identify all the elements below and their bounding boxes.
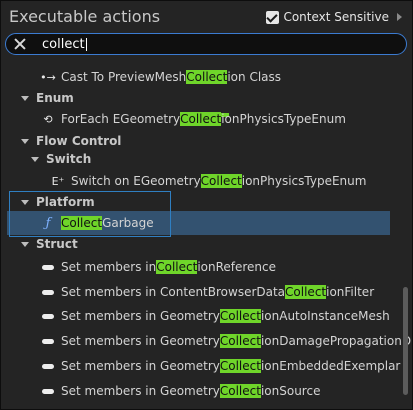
context-sensitive-toggle[interactable]: Context Sensitive [266, 10, 402, 24]
struct-pill-icon [41, 313, 55, 319]
list-item-set-members-6[interactable]: Set members in Geometry Collect ionSource [41, 379, 412, 403]
search-field[interactable]: collect [5, 33, 407, 55]
collapse-arrow-icon[interactable] [21, 95, 29, 101]
search-input[interactable]: collect [42, 37, 87, 52]
category-switch[interactable]: Switch [31, 147, 412, 171]
list-item-set-members-1[interactable]: Set members in Collect ionReference [41, 255, 412, 279]
collapse-arrow-icon[interactable] [21, 199, 29, 205]
struct-pill-icon [41, 289, 55, 295]
cast-arrow-icon: •→ [40, 70, 56, 84]
scrollbar-thumb[interactable] [403, 287, 408, 395]
list-item-set-members-5[interactable]: Set members in Geometry Collect ionEmbedde… [41, 354, 412, 378]
context-sensitive-checkbox[interactable] [266, 10, 280, 24]
struct-pill-icon [41, 388, 55, 394]
panel-title: Executable actions [9, 7, 161, 26]
struct-pill-icon [41, 264, 55, 270]
switch-icon: E⁺ [51, 174, 65, 188]
clear-search-icon[interactable] [14, 38, 26, 50]
list-item-set-members-2[interactable]: Set members in ContentBrowserData Collect… [41, 280, 412, 304]
collapse-arrow-icon[interactable] [21, 138, 29, 144]
context-sensitive-label: Context Sensitive [283, 10, 389, 24]
loop-icon: ⟲ [43, 112, 53, 126]
function-icon: ƒ [45, 215, 51, 231]
collapse-arrow-icon[interactable] [31, 156, 39, 162]
executable-actions-panel: Executable actions Context Sensitive col… [0, 0, 413, 410]
panel-header: Executable actions Context Sensitive [1, 1, 412, 33]
list-item-set-members-3[interactable]: Set members in Geometry Collect ionAutoIns… [41, 304, 412, 328]
expand-arrow-icon[interactable] [397, 13, 402, 21]
category-struct[interactable]: Struct [21, 232, 412, 256]
actions-list[interactable]: •→ Cast To PreviewMesh Collect ion Class E… [1, 57, 412, 409]
collapse-arrow-icon[interactable] [21, 241, 29, 247]
struct-pill-icon [41, 363, 55, 369]
list-item-foreach[interactable]: ⟲ ForEach EGeometry Collect ionPhysicsType… [41, 107, 412, 131]
struct-pill-icon [41, 338, 55, 344]
list-item-set-members-4[interactable]: Set members in Geometry Collect ionDamageP… [41, 329, 412, 353]
